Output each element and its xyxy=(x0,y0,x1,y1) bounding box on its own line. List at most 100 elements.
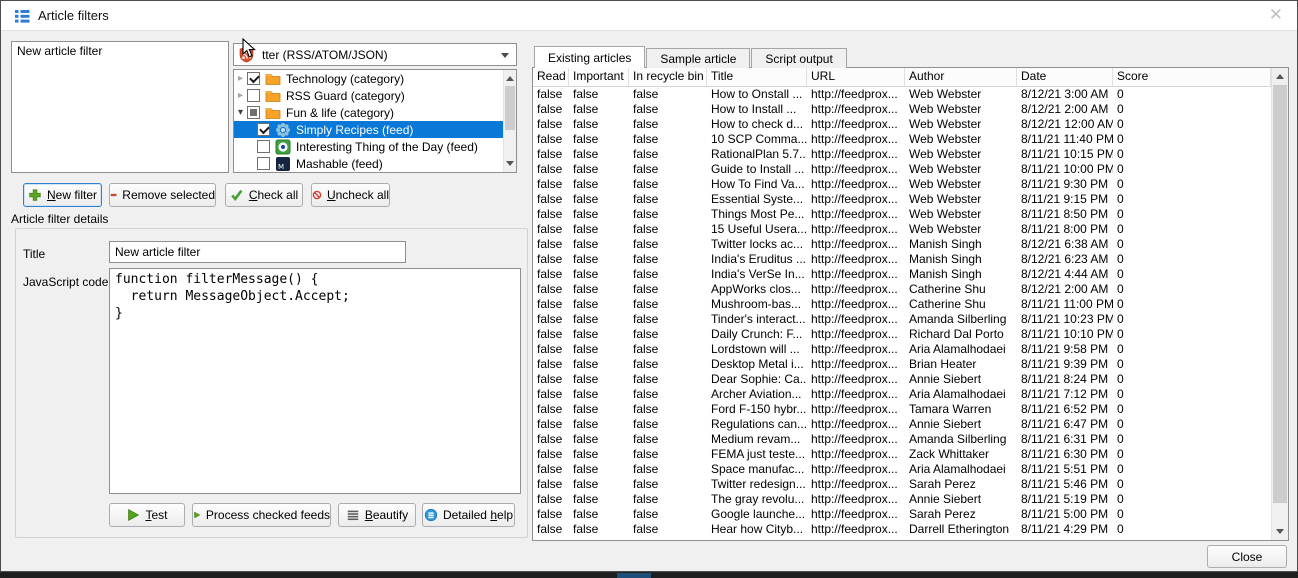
tab-sample-article[interactable]: Sample article xyxy=(646,48,750,68)
column-header-date[interactable]: Date xyxy=(1017,68,1113,86)
table-row[interactable]: falsefalsefalseHow to check d...http://f… xyxy=(533,117,1271,132)
table-row[interactable]: falsefalsefalseRationalPlan 5.7...http:/… xyxy=(533,147,1271,162)
close-button[interactable]: Close xyxy=(1207,545,1287,568)
test-button[interactable]: Test xyxy=(109,503,185,527)
table-row[interactable]: falsefalsefalseLordstown will ...http://… xyxy=(533,342,1271,357)
expand-arrow-icon[interactable]: ▸ xyxy=(234,70,247,87)
tree-scrollbar[interactable] xyxy=(503,70,516,172)
cell-author: Web Webster xyxy=(905,222,1017,237)
cell-author: Catherine Shu xyxy=(905,297,1017,312)
cell-title: Mushroom-bas... xyxy=(707,297,807,312)
cell-author: Manish Singh xyxy=(905,237,1017,252)
scroll-up-icon[interactable] xyxy=(1272,69,1288,84)
table-row[interactable]: falsefalsefalseGuide to Install ...http:… xyxy=(533,162,1271,177)
table-row[interactable]: falsefalsefalseMedium revam...http://fee… xyxy=(533,432,1271,447)
close-icon[interactable]: ✕ xyxy=(1269,5,1283,25)
filters-list[interactable]: New article filter xyxy=(11,41,229,173)
cell-score: 0 xyxy=(1113,402,1271,417)
cell-important: false xyxy=(569,417,629,432)
cell-date: 8/12/21 12:00 AM xyxy=(1017,117,1113,132)
js-code-label: JavaScript code xyxy=(23,275,108,289)
table-row[interactable]: falsefalsefalseHow to Onstall ...http://… xyxy=(533,87,1271,102)
tree-item[interactable]: ▸Technology (category) xyxy=(234,70,503,87)
tree-item[interactable]: Simply Recipes (feed) xyxy=(234,121,503,138)
table-row[interactable]: falsefalsefalseTwitter redesign...http:/… xyxy=(533,477,1271,492)
tree-item[interactable]: Interesting Thing of the Day (feed) xyxy=(234,138,503,155)
table-row[interactable]: falsefalsefalseHear how Cityb...http://f… xyxy=(533,522,1271,537)
table-row[interactable]: falsefalsefalseGoogle launche...http://f… xyxy=(533,507,1271,522)
remove-selected-button[interactable]: Remove selected xyxy=(109,183,216,207)
cell-date: 8/11/21 8:50 PM xyxy=(1017,207,1113,222)
tree-item-checkbox[interactable] xyxy=(247,106,260,119)
tree-item-checkbox[interactable] xyxy=(257,140,270,153)
tree-item[interactable]: ▾Fun & life (category) xyxy=(234,104,503,121)
cell-important: false xyxy=(569,507,629,522)
beautify-button[interactable]: Beautify xyxy=(338,503,416,527)
cell-title: AppWorks clos... xyxy=(707,282,807,297)
table-row[interactable]: falsefalsefalseIndia's Eruditus ...http:… xyxy=(533,252,1271,267)
table-scrollbar[interactable] xyxy=(1271,68,1288,540)
expand-arrow-icon[interactable]: ▸ xyxy=(234,87,247,104)
cell-date: 8/12/21 6:38 AM xyxy=(1017,237,1113,252)
tree-item-checkbox[interactable] xyxy=(247,89,260,102)
tree-item[interactable]: MMashable (feed) xyxy=(234,155,503,172)
table-row[interactable]: falsefalsefalseFord F-150 hybr...http://… xyxy=(533,402,1271,417)
process-checked-feeds-button[interactable]: Process checked feeds xyxy=(192,503,331,527)
table-row[interactable]: falsefalsefalseSpace manufac...http://fe… xyxy=(533,462,1271,477)
cell-url: http://feedprox... xyxy=(807,312,905,327)
column-header-score[interactable]: Score xyxy=(1113,68,1271,86)
table-row[interactable]: falsefalsefalseDear Sophie: Ca...http://… xyxy=(533,372,1271,387)
account-combobox[interactable]: tter (RSS/ATOM/JSON) xyxy=(233,43,517,66)
cell-read: false xyxy=(533,102,569,117)
title-input[interactable] xyxy=(109,241,406,263)
column-header-read[interactable]: Read xyxy=(533,68,569,86)
tab-existing-articles[interactable]: Existing articles xyxy=(534,46,645,68)
cell-read: false xyxy=(533,492,569,507)
table-row[interactable]: falsefalsefalseThings Most Pe...http://f… xyxy=(533,207,1271,222)
tab-script-output[interactable]: Script output xyxy=(751,48,846,68)
table-row[interactable]: falsefalsefalseArcher Aviation...http://… xyxy=(533,387,1271,402)
table-row[interactable]: falsefalsefalseDesktop Metal i...http://… xyxy=(533,357,1271,372)
uncheck-all-button[interactable]: Uncheck all xyxy=(311,183,390,207)
table-row[interactable]: falsefalsefalseIndia's VerSe In...http:/… xyxy=(533,267,1271,282)
table-scroll-thumb[interactable] xyxy=(1273,85,1287,503)
column-header-author[interactable]: Author xyxy=(905,68,1017,86)
filter-list-item[interactable]: New article filter xyxy=(12,42,228,60)
table-row[interactable]: falsefalsefalseEssential Syste...http://… xyxy=(533,192,1271,207)
table-row[interactable]: falsefalsefalseFEMA just teste...http://… xyxy=(533,447,1271,462)
column-header-title[interactable]: Title xyxy=(707,68,807,86)
cell-title: Daily Crunch: F... xyxy=(707,327,807,342)
tree-scroll-thumb[interactable] xyxy=(505,86,515,130)
column-header-important[interactable]: Important xyxy=(569,68,629,86)
js-code-editor[interactable]: function filterMessage() { return Messag… xyxy=(109,268,521,494)
check-all-button[interactable]: Check all xyxy=(225,183,303,207)
tree-item[interactable]: ▸ RSS Guard (category) xyxy=(234,87,503,104)
tree-item-label: RSS Guard (category) xyxy=(286,89,405,103)
scroll-up-icon[interactable] xyxy=(504,71,516,86)
table-row[interactable]: falsefalsefalseTinder's interact...http:… xyxy=(533,312,1271,327)
table-row[interactable]: falsefalsefalseDaily Crunch: F...http://… xyxy=(533,327,1271,342)
scroll-down-icon[interactable] xyxy=(504,156,516,171)
collapse-arrow-icon[interactable]: ▾ xyxy=(234,104,247,121)
table-row[interactable]: falsefalsefalseRegulations can...http://… xyxy=(533,417,1271,432)
cell-author: Aria Alamalhodaei xyxy=(905,342,1017,357)
new-filter-button[interactable]: New filter xyxy=(23,183,102,207)
table-row[interactable]: falsefalsefalseHow To Find Va...http://f… xyxy=(533,177,1271,192)
detailed-help-button[interactable]: Detailed help xyxy=(422,503,515,527)
table-header[interactable]: ReadImportantIn recycle binTitleURLAutho… xyxy=(533,68,1271,87)
tree-item-checkbox[interactable] xyxy=(257,123,270,136)
column-header-url[interactable]: URL xyxy=(807,68,905,86)
cell-read: false xyxy=(533,312,569,327)
cell-author: Web Webster xyxy=(905,162,1017,177)
table-row[interactable]: falsefalsefalseThe gray revolu...http://… xyxy=(533,492,1271,507)
table-row[interactable]: falsefalsefalseHow to Install ...http://… xyxy=(533,102,1271,117)
column-header-recycle[interactable]: In recycle bin xyxy=(629,68,707,86)
tree-item-checkbox[interactable] xyxy=(247,72,260,85)
scroll-down-icon[interactable] xyxy=(1272,524,1288,539)
table-row[interactable]: falsefalsefalse15 Useful Usera...http://… xyxy=(533,222,1271,237)
table-row[interactable]: falsefalsefalseMushroom-bas...http://fee… xyxy=(533,297,1271,312)
table-row[interactable]: falsefalsefalseTwitter locks ac...http:/… xyxy=(533,237,1271,252)
table-row[interactable]: falsefalsefalseAppWorks clos...http://fe… xyxy=(533,282,1271,297)
tree-item-checkbox[interactable] xyxy=(257,157,270,170)
table-row[interactable]: falsefalsefalse10 SCP Comma...http://fee… xyxy=(533,132,1271,147)
